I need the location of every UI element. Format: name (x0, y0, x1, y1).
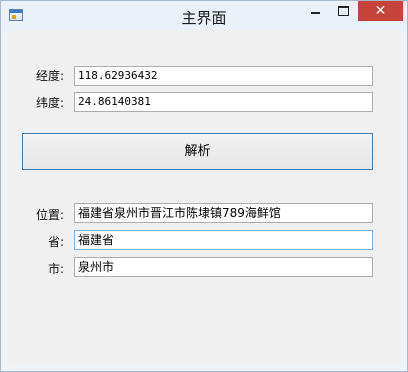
minimize-button[interactable] (302, 1, 329, 21)
longitude-label: 经度: (35, 69, 64, 83)
main-window: 主界面 ✕ 经度: 118.62936432 纬度: 24.86140381 解… (0, 0, 408, 372)
province-field[interactable]: 福建省 (74, 230, 373, 250)
location-label: 位置: (35, 208, 64, 222)
latitude-field[interactable]: 24.86140381 (74, 92, 373, 112)
maximize-button[interactable] (330, 1, 357, 21)
location-field[interactable]: 福建省泉州市晋江市陈埭镇789海鲜馆 (74, 203, 373, 223)
province-label: 省: (47, 235, 64, 249)
parse-button[interactable]: 解析 (22, 133, 373, 170)
longitude-field[interactable]: 118.62936432 (74, 66, 373, 86)
latitude-label: 纬度: (35, 96, 64, 110)
city-field[interactable]: 泉州市 (74, 257, 373, 277)
close-icon: ✕ (374, 3, 387, 19)
close-button[interactable]: ✕ (358, 1, 403, 21)
city-label: 市: (47, 262, 64, 276)
title-bar[interactable]: 主界面 ✕ (1, 1, 407, 31)
form-client-area: 经度: 118.62936432 纬度: 24.86140381 解析 位置: … (8, 31, 401, 365)
